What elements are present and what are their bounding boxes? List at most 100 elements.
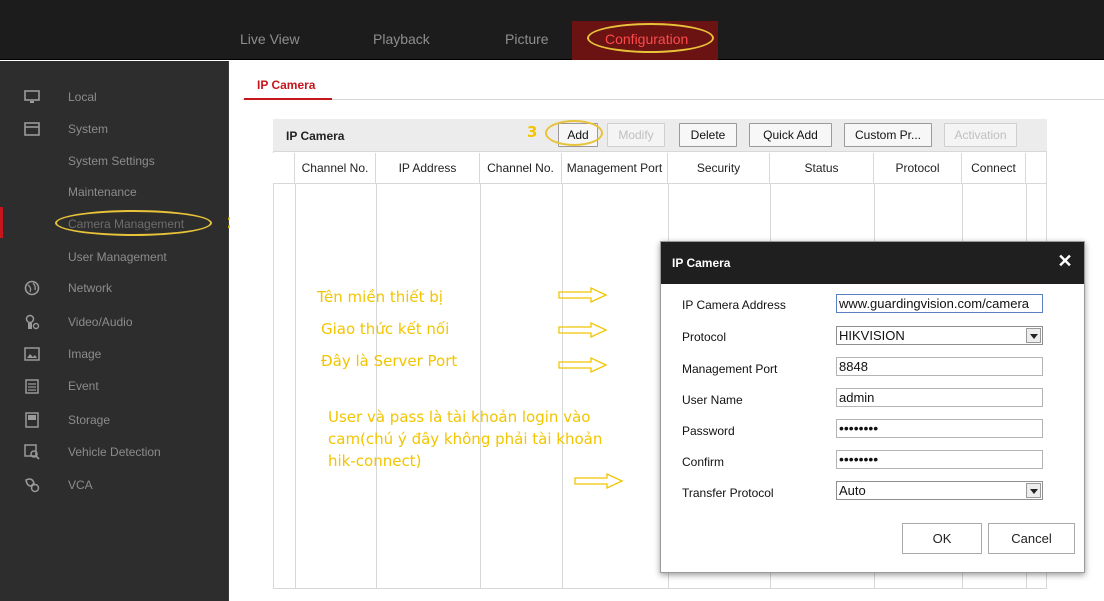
nav-picture[interactable]: Picture <box>505 31 549 47</box>
annotation-user-pass: User và pass là tài khoản login vào cam(… <box>328 406 658 472</box>
sidebar-item-video-audio[interactable]: Video/Audio <box>0 307 229 337</box>
nav-playback[interactable]: Playback <box>373 31 430 47</box>
sidebar-item-label: Local <box>68 90 97 104</box>
configuration-highlight-ellipse <box>587 23 714 53</box>
ok-button[interactable]: OK <box>902 523 982 554</box>
confirm-label: Confirm <box>682 455 725 469</box>
confirm-password-input[interactable]: •••••••• <box>836 450 1043 469</box>
cancel-button[interactable]: Cancel <box>988 523 1075 554</box>
panel-title: IP Camera <box>286 129 345 143</box>
close-icon[interactable]: ✕ <box>1056 252 1074 270</box>
quick-add-button[interactable]: Quick Add <box>749 123 832 147</box>
sidebar-item-label: Video/Audio <box>68 315 133 329</box>
column-header-channel-no[interactable]: Channel No. <box>295 153 376 183</box>
annotation-domain: Tên miền thiết bị <box>317 288 443 306</box>
transfer-protocol-select[interactable]: Auto <box>836 481 1043 500</box>
add-highlight-ellipse <box>545 120 603 146</box>
activation-button[interactable]: Activation <box>944 123 1017 147</box>
sidebar-item-label: Event <box>68 379 99 393</box>
column-header-protocol[interactable]: Protocol <box>874 153 962 183</box>
sidebar-item-vehicle-detection[interactable]: Vehicle Detection <box>0 437 229 467</box>
arrow-right-icon <box>558 322 608 338</box>
arrow-right-icon <box>558 287 608 303</box>
sidebar-item-label: Network <box>68 281 113 295</box>
sidebar-active-indicator <box>0 207 3 238</box>
arrow-right-icon <box>574 473 624 489</box>
sidebar-item-label: VCA <box>68 478 93 492</box>
annotation-user-pass-line-1: User và pass là tài khoản login vào <box>328 408 591 426</box>
camera-management-highlight-ellipse <box>55 210 212 236</box>
sidebar-item-maintenance[interactable]: Maintenance <box>0 177 229 207</box>
management-port-input[interactable]: 8848 <box>836 357 1043 376</box>
nav-live-view[interactable]: Live View <box>240 31 300 47</box>
user-name-label: User Name <box>682 393 743 407</box>
column-header-checkbox <box>273 153 295 183</box>
calendar-icon <box>25 379 39 394</box>
image-icon <box>24 347 40 361</box>
sidebar-item-event[interactable]: Event <box>0 371 229 401</box>
sidebar-item-system-settings[interactable]: System Settings <box>0 146 229 176</box>
globe-icon <box>24 280 40 296</box>
password-label: Password <box>682 424 735 438</box>
management-port-label: Management Port <box>682 362 778 376</box>
tab-divider <box>242 99 1104 100</box>
annotation-protocol: Giao thức kết nối <box>321 320 450 338</box>
sidebar-item-image[interactable]: Image <box>0 339 229 369</box>
sidebar-item-user-management[interactable]: User Management <box>0 242 229 272</box>
annotation-user-pass-line-2: cam(chú ý đây không phải tài khoản <box>328 430 603 448</box>
storage-icon <box>25 412 39 428</box>
sidebar-item-storage[interactable]: Storage <box>0 405 229 435</box>
column-header-channel-no-2[interactable]: Channel No. <box>480 153 562 183</box>
chevron-down-icon[interactable] <box>1026 328 1041 343</box>
tab-label: IP Camera <box>257 78 316 92</box>
password-input[interactable]: •••••••• <box>836 419 1043 438</box>
annotation-user-pass-line-3: hik-connect) <box>328 452 422 470</box>
top-navigation-bar: Live View Playback Picture Configuration <box>0 0 1104 60</box>
transfer-protocol-selected-value: Auto <box>839 483 866 498</box>
sidebar-item-label: Vehicle Detection <box>68 445 161 459</box>
system-icon <box>24 122 40 136</box>
delete-button[interactable]: Delete <box>679 123 737 147</box>
monitor-icon <box>24 90 40 103</box>
sidebar-item-vca[interactable]: VCA <box>0 470 229 500</box>
sidebar-item-label: Image <box>68 347 102 361</box>
column-header-connect[interactable]: Connect <box>962 153 1026 183</box>
custom-protocol-button[interactable]: Custom Pr... <box>844 123 932 147</box>
sidebar-item-network[interactable]: Network <box>0 273 229 303</box>
sidebar-item-label: Storage <box>68 413 111 427</box>
ip-camera-dialog: IP Camera ✕ IP Camera Address www.guardi… <box>660 241 1085 573</box>
transfer-protocol-label: Transfer Protocol <box>682 486 774 500</box>
video-audio-icon <box>25 314 40 330</box>
protocol-label: Protocol <box>682 330 727 344</box>
dialog-header: IP Camera ✕ <box>661 242 1084 284</box>
column-divider <box>562 184 563 589</box>
sidebar: Local System System Settings Maintenance… <box>0 61 229 601</box>
column-header-management-port[interactable]: Management Port <box>562 153 668 183</box>
annotation-server-port: Đây là Server Port <box>321 352 458 370</box>
sidebar-item-label: System <box>68 122 109 136</box>
sidebar-item-label: Maintenance <box>68 185 137 199</box>
vca-icon <box>25 478 40 493</box>
callout-number-3: 3 <box>527 123 538 141</box>
arrow-right-icon <box>558 357 608 373</box>
protocol-selected-value: HIKVISION <box>839 328 905 343</box>
sidebar-item-label: User Management <box>68 250 167 264</box>
dialog-title: IP Camera <box>672 256 731 270</box>
column-header-ip-address[interactable]: IP Address <box>376 153 480 183</box>
sidebar-item-label: System Settings <box>68 154 155 168</box>
column-header-status[interactable]: Status <box>770 153 874 183</box>
tab-ip-camera[interactable]: IP Camera <box>244 77 332 100</box>
modify-button[interactable]: Modify <box>607 123 665 147</box>
ip-camera-address-label: IP Camera Address <box>682 298 786 312</box>
header-divider <box>273 183 1047 184</box>
column-divider <box>295 184 296 589</box>
ip-camera-address-input[interactable]: www.guardingvision.com/camera <box>836 294 1043 313</box>
sidebar-item-local[interactable]: Local <box>0 82 229 112</box>
vehicle-detection-icon <box>24 444 40 460</box>
protocol-select[interactable]: HIKVISION <box>836 326 1043 345</box>
chevron-down-icon[interactable] <box>1026 483 1041 498</box>
column-divider <box>376 184 377 589</box>
column-header-security[interactable]: Security <box>668 153 770 183</box>
sidebar-item-system[interactable]: System <box>0 114 229 144</box>
user-name-input[interactable]: admin <box>836 388 1043 407</box>
